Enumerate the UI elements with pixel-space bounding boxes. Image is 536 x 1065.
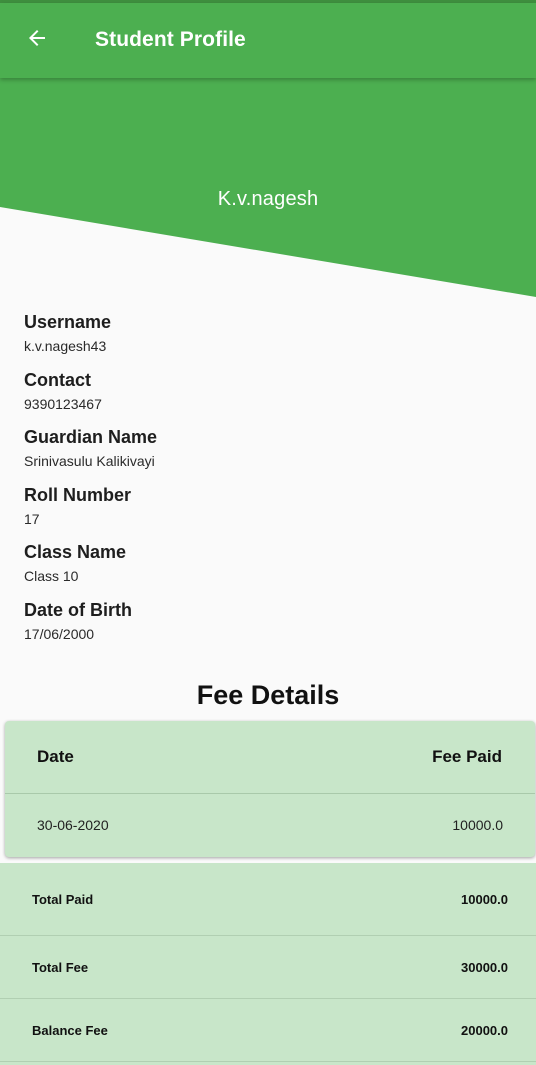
profile-banner: K.v.nagesh	[0, 78, 536, 298]
info-roll-number: Roll Number 17	[24, 484, 504, 542]
info-value: 17/06/2000	[24, 625, 95, 642]
fee-table-header: Date Fee Paid	[5, 721, 535, 794]
cell-date: 30-06-2020	[37, 817, 109, 833]
profile-info: Username k.v.nagesh43 Contact 9390123467…	[24, 311, 504, 657]
info-label: Username	[24, 312, 112, 332]
info-value: 17	[24, 510, 40, 527]
info-value: Srinivasulu Kalikivayi	[24, 453, 155, 470]
info-label: Roll Number	[24, 484, 132, 505]
back-button[interactable]	[14, 17, 60, 63]
fee-details-heading: Fee Details	[196, 680, 340, 710]
info-contact: Contact 9390123467	[24, 369, 504, 427]
summary-value: 20000.0	[461, 1022, 508, 1038]
column-header-date: Date	[37, 747, 74, 766]
info-label: Date of Birth	[24, 599, 132, 620]
table-row: 30-06-2020 10000.0	[5, 794, 535, 856]
summary-value: 30000.0	[461, 959, 508, 975]
info-label: Class Name	[24, 542, 127, 563]
info-date-of-birth: Date of Birth 17/06/2000	[24, 599, 504, 657]
student-profile-screen: Student Profile K.v.nagesh Username k.v.…	[0, 0, 536, 1065]
info-value: 9390123467	[24, 395, 102, 412]
info-label: Contact	[24, 369, 91, 390]
summary-label: Total Paid	[32, 891, 94, 907]
fee-summary: Total Paid 10000.0 Total Fee 30000.0 Bal…	[0, 863, 536, 1065]
summary-total-paid: Total Paid 10000.0	[0, 863, 536, 936]
column-header-fee-paid: Fee Paid	[432, 747, 502, 766]
student-name: K.v.nagesh	[217, 188, 319, 210]
info-class-name: Class Name Class 10	[24, 541, 504, 599]
cell-fee-paid: 10000.0	[452, 817, 503, 833]
summary-total-fee: Total Fee 30000.0	[0, 936, 536, 999]
summary-label: Balance Fee	[32, 1022, 108, 1038]
summary-label: Total Fee	[32, 959, 89, 975]
info-label: Guardian Name	[24, 427, 158, 448]
summary-balance-fee: Balance Fee 20000.0	[0, 999, 536, 1062]
info-value: k.v.nagesh43	[24, 338, 107, 354]
info-username: Username k.v.nagesh43	[24, 311, 504, 369]
app-bar: Student Profile	[0, 3, 536, 78]
fee-table: Date Fee Paid 30-06-2020 10000.0	[5, 721, 535, 857]
page-title: Student Profile	[95, 28, 246, 51]
info-guardian-name: Guardian Name Srinivasulu Kalikivayi	[24, 426, 504, 484]
arrow-left-icon	[25, 26, 49, 55]
info-value: Class 10	[24, 568, 79, 585]
summary-value: 10000.0	[461, 891, 508, 907]
